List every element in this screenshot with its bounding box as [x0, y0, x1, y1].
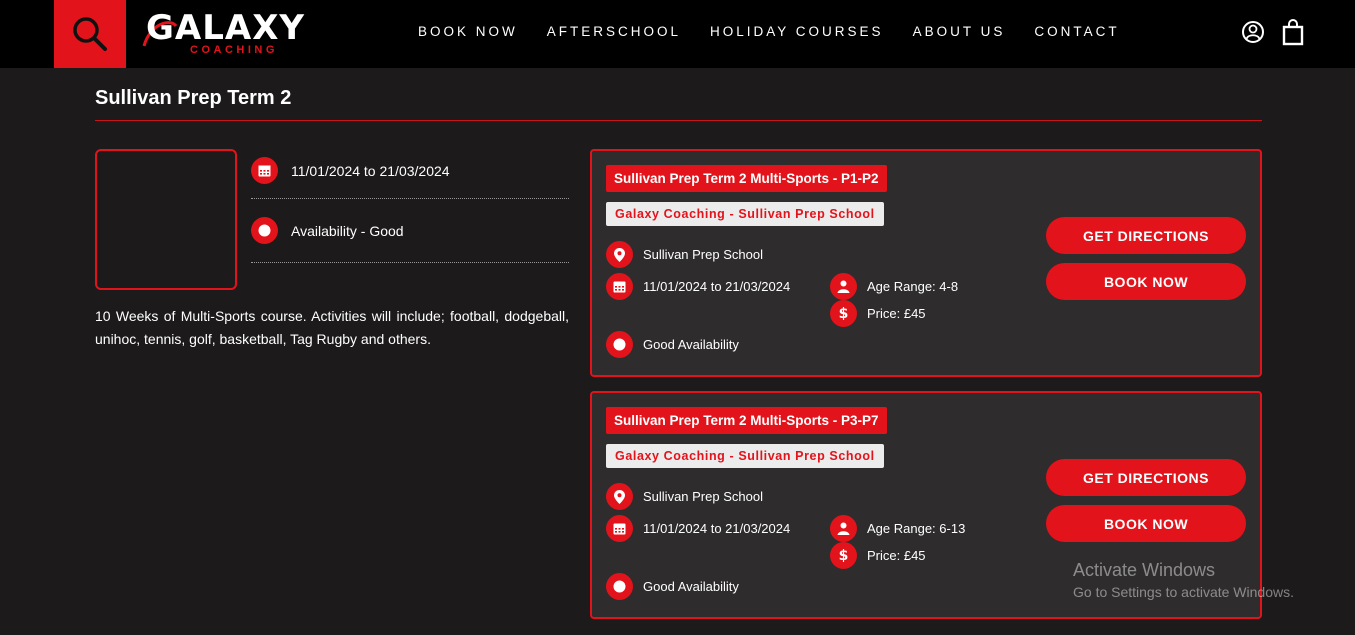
course-age-range: Age Range: 4-8 — [867, 279, 959, 294]
top-navigation-bar: GALAXY COACHING BOOK NOW AFTERSCHOOL HOL… — [0, 0, 1355, 68]
search-button[interactable] — [54, 0, 126, 68]
watermark-subtitle: Go to Settings to activate Windows. — [1073, 584, 1294, 600]
course-availability: Good Availability — [643, 337, 739, 352]
search-icon — [73, 17, 107, 51]
course-card: Sullivan Prep Term 2 Multi-Sports - P1-P… — [590, 149, 1262, 377]
course-card-provider: Galaxy Coaching - Sullivan Prep School — [606, 202, 884, 226]
price-row: $ Price: £45 — [830, 542, 926, 569]
course-dates: 11/01/2024 to 21/03/2024 — [643, 279, 791, 294]
info-divider — [251, 198, 569, 199]
availability-text: Availability - Good — [291, 222, 404, 239]
user-icon[interactable] — [1241, 18, 1265, 46]
course-description: 10 Weeks of Multi-Sports course. Activit… — [95, 308, 569, 347]
location-pin-icon — [606, 483, 633, 510]
course-dates: 11/01/2024 to 21/03/2024 — [643, 521, 791, 536]
nav-afterschool[interactable]: AFTERSCHOOL — [547, 22, 681, 42]
cart-icon[interactable] — [1282, 18, 1304, 46]
watermark-title: Activate Windows — [1073, 560, 1216, 580]
book-now-button[interactable]: BOOK NOW — [1046, 263, 1246, 300]
nav-holiday-courses[interactable]: HOLIDAY COURSES — [710, 22, 884, 42]
availability-row: Good Availability — [606, 331, 739, 358]
main-nav: BOOK NOW AFTERSCHOOL HOLIDAY COURSES ABO… — [418, 22, 1149, 42]
availability-row: Good Availability — [606, 573, 739, 600]
book-now-button[interactable]: BOOK NOW — [1046, 505, 1246, 542]
person-icon — [830, 515, 857, 542]
page-title: Sullivan Prep Term 2 — [95, 87, 292, 109]
location-row: Sullivan Prep School — [606, 241, 763, 268]
availability-dot-icon — [606, 331, 633, 358]
course-age-range: Age Range: 6-13 — [867, 521, 966, 536]
logo-sub-text: COACHING — [190, 44, 278, 56]
calendar-icon — [606, 515, 633, 542]
dollar-icon: $ — [830, 542, 857, 569]
nav-contact[interactable]: CONTACT — [1034, 22, 1119, 42]
availability-dot-icon — [606, 573, 633, 600]
get-directions-button[interactable]: GET DIRECTIONS — [1046, 459, 1246, 496]
dates-row: 11/01/2024 to 21/03/2024 — [606, 515, 790, 542]
course-card-provider: Galaxy Coaching - Sullivan Prep School — [606, 444, 884, 468]
dollar-icon: $ — [830, 300, 857, 327]
availability-dot-icon — [251, 217, 278, 244]
course-location: Sullivan Prep School — [643, 489, 763, 504]
location-row: Sullivan Prep School — [606, 483, 763, 510]
dates-row: 11/01/2024 to 21/03/2024 — [251, 157, 450, 184]
course-image — [95, 149, 237, 290]
nav-about-us[interactable]: ABOUT US — [913, 22, 1006, 42]
info-divider — [251, 262, 569, 263]
course-location: Sullivan Prep School — [643, 247, 763, 262]
galaxy-coaching-logo[interactable]: GALAXY COACHING — [142, 8, 316, 60]
logo-brand-text: GALAXY — [146, 8, 306, 48]
course-dates: 11/01/2024 to 21/03/2024 — [291, 162, 450, 179]
get-directions-button[interactable]: GET DIRECTIONS — [1046, 217, 1246, 254]
course-availability: Good Availability — [643, 579, 739, 594]
activate-windows-watermark: Activate Windows Go to Settings to activ… — [1073, 560, 1294, 600]
title-divider — [95, 120, 1262, 121]
age-range-row: Age Range: 4-8 — [830, 273, 958, 300]
availability-row: Availability - Good — [251, 217, 404, 244]
course-price: Price: £45 — [867, 548, 926, 563]
course-card-title: Sullivan Prep Term 2 Multi-Sports - P1-P… — [606, 165, 887, 192]
course-card-title: Sullivan Prep Term 2 Multi-Sports - P3-P… — [606, 407, 887, 434]
nav-book-now[interactable]: BOOK NOW — [418, 22, 518, 42]
course-price: Price: £45 — [867, 306, 926, 321]
calendar-icon — [606, 273, 633, 300]
price-row: $ Price: £45 — [830, 300, 926, 327]
location-pin-icon — [606, 241, 633, 268]
age-range-row: Age Range: 6-13 — [830, 515, 965, 542]
person-icon — [830, 273, 857, 300]
calendar-icon — [251, 157, 278, 184]
dates-row: 11/01/2024 to 21/03/2024 — [606, 273, 790, 300]
